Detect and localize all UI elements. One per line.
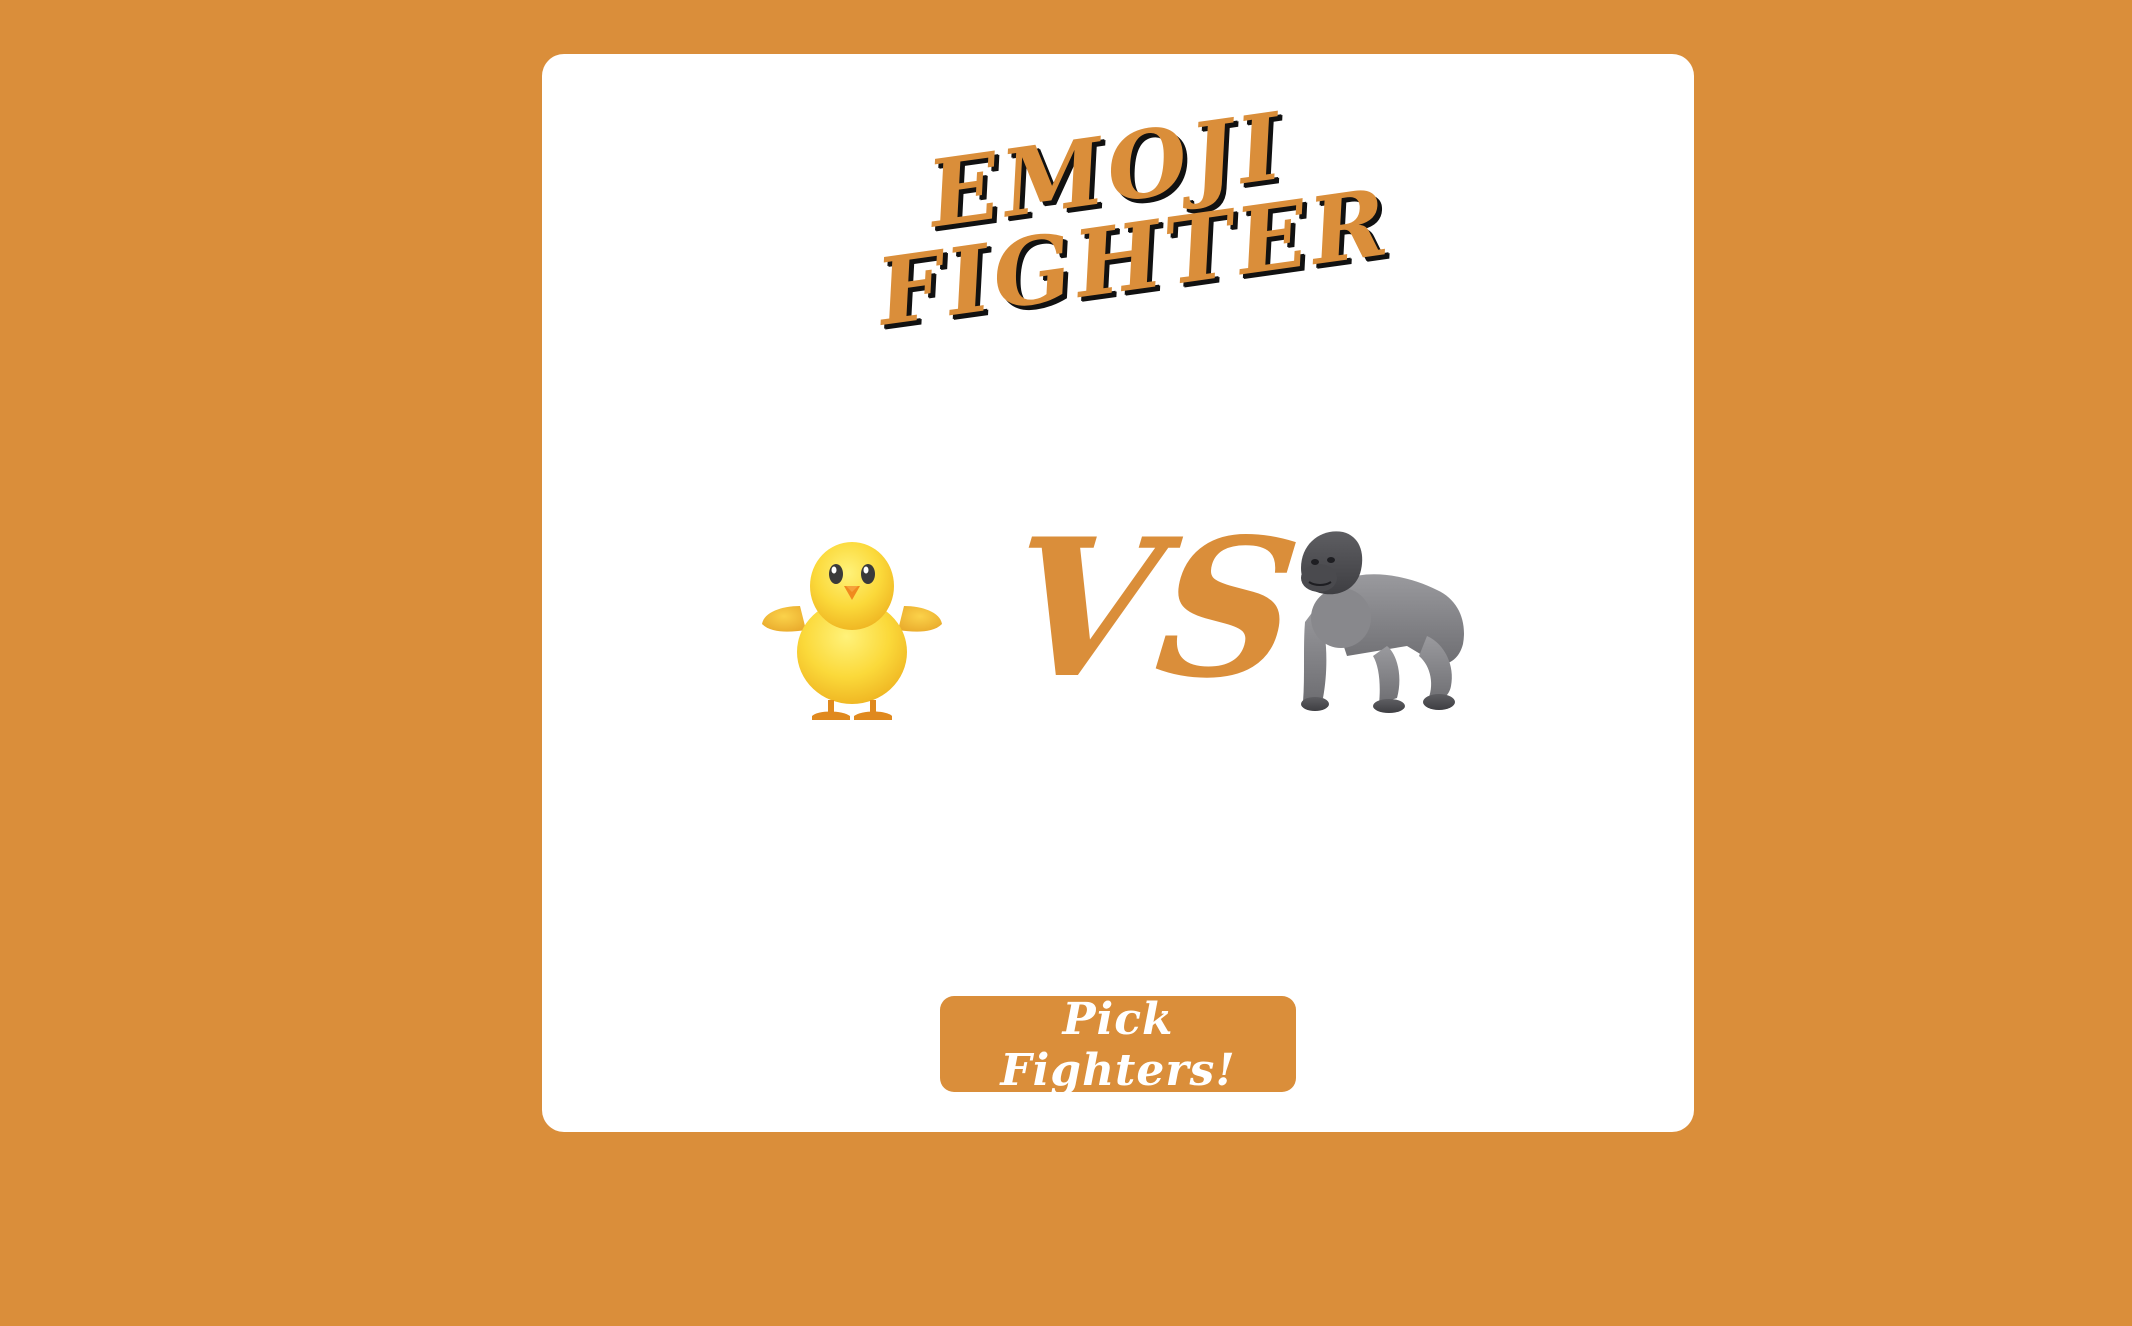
gorilla-icon	[1301, 531, 1464, 713]
chick-icon	[762, 542, 942, 720]
pick-fighters-label: Pick Fighters!	[1000, 994, 1236, 1096]
pick-fighters-button[interactable]: Pick Fighters!	[940, 994, 1296, 1096]
game-title: Emoji Fighter	[535, 45, 1701, 384]
versus-label: VS	[1000, 497, 1309, 720]
game-card: Emoji Fighter	[542, 54, 1694, 1132]
fight-arena: VS	[542, 474, 1694, 734]
